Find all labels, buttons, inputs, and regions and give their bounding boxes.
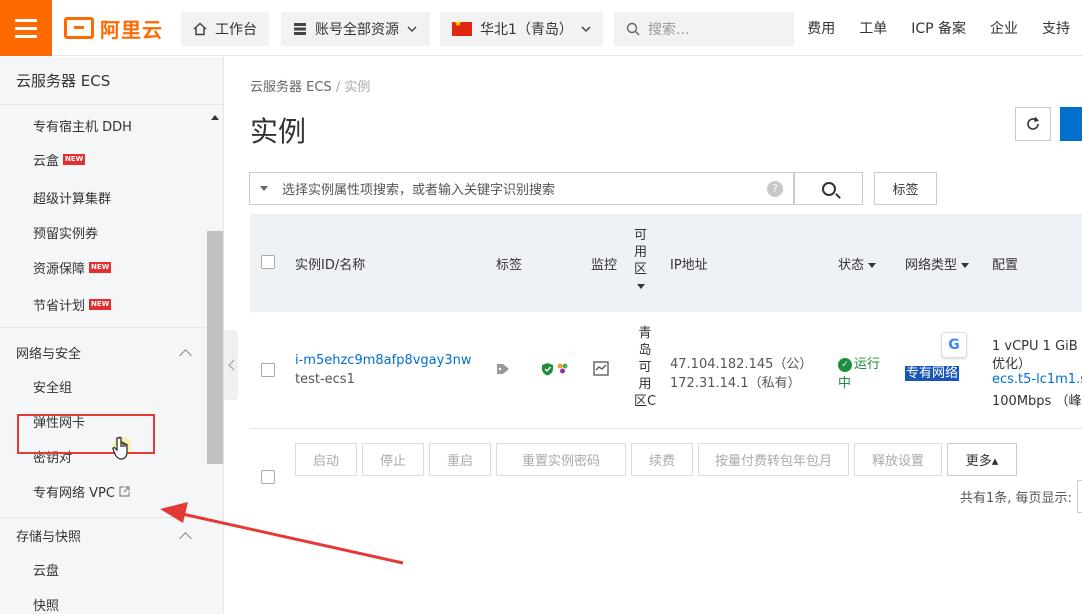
create-instance-button[interactable] (1060, 107, 1082, 141)
reset-password-button[interactable]: 重置实例密码 (496, 443, 626, 476)
tag-icon[interactable] (496, 363, 510, 375)
help-icon[interactable]: ? (767, 180, 783, 197)
zone-char: 青 (638, 326, 652, 341)
restart-button[interactable]: 重启 (429, 443, 491, 476)
select-all-checkbox[interactable] (261, 255, 275, 269)
table-row: i-m5ehzc9m8afp8vgay3nw test-ecs1 青 岛 可 用… (250, 313, 1082, 429)
filter-caret-icon (961, 263, 970, 268)
col-zone[interactable]: 可 用 区 (634, 227, 647, 289)
more-button[interactable]: 更多▴ (947, 443, 1017, 476)
zone-char: 岛 (638, 343, 652, 358)
table-header: 实例ID/名称 标签 监控 可 用 区 IP地址 状态 网络类型 配置 (250, 214, 1082, 312)
zone-char: 区C (634, 394, 657, 409)
monitor-chart-icon[interactable] (593, 361, 609, 376)
hand-cursor-icon (112, 436, 128, 460)
network-type-selected-text: 专有网络 (905, 366, 960, 381)
public-ip: 47.104.182.145（公） (670, 357, 813, 372)
search-button[interactable] (794, 172, 863, 205)
breadcrumb-separator: / (335, 80, 341, 95)
sort-caret-icon (636, 284, 645, 289)
search-icon (821, 181, 836, 196)
refresh-button[interactable] (1015, 107, 1051, 141)
caret-down-icon (260, 186, 268, 191)
private-ip: 172.31.14.1（私有） (670, 376, 801, 391)
config-line1: 1 vCPU 1 GiB （ (992, 339, 1082, 354)
page-size-select[interactable] (1077, 480, 1082, 513)
instance-zone: 青 岛 可 用 区C (634, 325, 656, 410)
zone-char: 用 (638, 377, 652, 392)
row-checkbox[interactable] (261, 363, 275, 377)
instance-id-link[interactable]: i-m5ehzc9m8afp8vgay3nw (295, 353, 471, 368)
security-shield-icon[interactable] (541, 362, 554, 376)
col-zone-char: 用 (634, 245, 648, 260)
col-zone-char: 区 (634, 262, 648, 277)
tag-filter-button[interactable]: 标签 (874, 172, 937, 205)
start-button[interactable]: 启动 (295, 443, 357, 476)
breadcrumb-root[interactable]: 云服务器 ECS (250, 80, 332, 95)
filter-caret-icon (868, 263, 877, 268)
config-line2: 优化） (992, 357, 1032, 372)
status-line1: 运行 (854, 357, 881, 372)
refresh-icon (1027, 116, 1039, 130)
search-placeholder: 选择实例属性项搜索，或者输入关键字识别搜索 (282, 183, 556, 198)
col-network-type[interactable]: 网络类型 (905, 254, 970, 273)
renew-button[interactable]: 续费 (631, 443, 693, 476)
instance-name: test-ecs1 (295, 372, 355, 387)
col-ip: IP地址 (670, 258, 708, 273)
col-config: 配置 (992, 258, 1019, 273)
plugin-icon[interactable] (556, 362, 569, 375)
config-line4: 100Mbps （峰值 (992, 394, 1082, 409)
col-id-name: 实例ID/名称 (295, 258, 366, 273)
col-tags: 标签 (496, 258, 523, 273)
instance-type-link[interactable]: ecs.t5-lc1m1.sm (992, 372, 1082, 387)
pagination-summary: 共有1条, 每页显示: (960, 491, 1072, 506)
stop-button[interactable]: 停止 (362, 443, 424, 476)
page-title: 实例 (250, 115, 307, 148)
release-settings-button[interactable]: 释放设置 (854, 443, 942, 476)
status-line2: 中 (838, 376, 852, 391)
col-zone-char: 可 (634, 228, 648, 243)
col-status[interactable]: 状态 (838, 254, 877, 273)
convert-billing-button[interactable]: 按量付费转包年包月 (698, 443, 849, 476)
instance-search-input[interactable]: 选择实例属性项搜索，或者输入关键字识别搜索 ? (249, 172, 794, 205)
google-translate-icon[interactable]: G (941, 332, 967, 358)
breadcrumb-current: 实例 (344, 80, 371, 95)
network-type: 专有网络 (905, 362, 960, 381)
bulk-select-checkbox[interactable] (261, 470, 275, 484)
breadcrumb: 云服务器 ECS / 实例 (250, 76, 370, 95)
running-check-icon: ✓ (838, 357, 852, 372)
bulk-actions: 启动 停止 重启 重置实例密码 续费 按量付费转包年包月 释放设置 更多▴ (295, 443, 1017, 476)
instance-status: ✓ 运行 (838, 353, 880, 372)
col-monitor: 监控 (591, 258, 618, 273)
col-status-label: 状态 (838, 258, 865, 273)
zone-char: 可 (638, 360, 652, 375)
col-network-type-label: 网络类型 (905, 258, 958, 273)
